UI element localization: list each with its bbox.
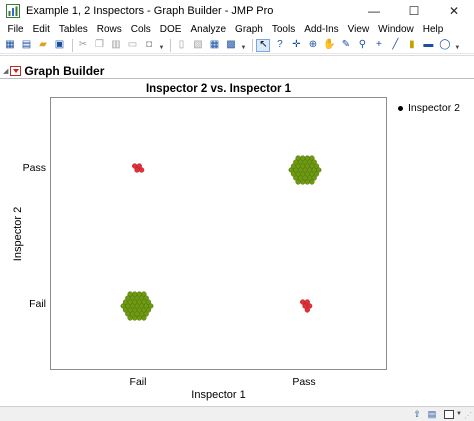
menu-rows[interactable]: Rows bbox=[92, 24, 126, 35]
home-icon[interactable]: ⇧ bbox=[411, 409, 423, 419]
lasso-icon[interactable]: ✎ bbox=[339, 39, 353, 52]
arrow-select-icon[interactable]: ↖ bbox=[256, 38, 271, 52]
save-icon[interactable]: ▣ bbox=[53, 39, 67, 52]
data-point[interactable] bbox=[304, 179, 310, 185]
graph-builder-app-icon bbox=[6, 4, 20, 18]
menu-view[interactable]: View bbox=[343, 24, 374, 35]
data-point[interactable] bbox=[304, 307, 310, 313]
menu-analyze[interactable]: Analyze bbox=[186, 24, 231, 35]
legend[interactable]: Inspector 2 bbox=[398, 102, 460, 114]
graph-frame[interactable] bbox=[50, 97, 387, 370]
graph-title: Inspector 2 vs. Inspector 1 bbox=[145, 83, 292, 95]
menu-bar: File Edit Tables Rows Cols DOE Analyze G… bbox=[0, 22, 474, 37]
data-point[interactable] bbox=[304, 155, 310, 161]
maximize-button[interactable]: ☐ bbox=[394, 0, 434, 22]
resize-grip-icon[interactable]: ⋰ bbox=[464, 411, 473, 420]
menu-edit[interactable]: Edit bbox=[28, 24, 54, 35]
data-point[interactable] bbox=[132, 291, 138, 297]
menu-help[interactable]: Help bbox=[418, 24, 448, 35]
cut-icon[interactable]: ✂ bbox=[76, 39, 90, 52]
data-point[interactable] bbox=[125, 295, 131, 301]
menu-window[interactable]: Window bbox=[374, 24, 419, 35]
data-point[interactable] bbox=[141, 315, 147, 321]
data-point[interactable] bbox=[132, 315, 138, 321]
journal-icon[interactable]: ▯ bbox=[174, 39, 188, 52]
print-icon[interactable]: ▭ bbox=[126, 39, 140, 52]
paste-icon[interactable]: ▥ bbox=[109, 39, 123, 52]
legend-marker bbox=[398, 105, 403, 111]
point-cluster[interactable] bbox=[288, 155, 322, 185]
menu-tools[interactable]: Tools bbox=[267, 24, 299, 35]
red-triangle-menu-icon[interactable] bbox=[10, 66, 22, 76]
chevron-down-icon[interactable]: ▼ bbox=[456, 411, 462, 417]
copy-picture-icon[interactable]: ▧ bbox=[191, 39, 205, 52]
open-icon[interactable]: ▰ bbox=[36, 39, 50, 52]
y-axis-label[interactable]: Inspector 2 bbox=[12, 184, 24, 284]
line-icon[interactable]: ╱ bbox=[388, 39, 402, 52]
disclosure-icon[interactable]: ◢ bbox=[3, 67, 8, 75]
menu-file[interactable]: File bbox=[3, 24, 28, 35]
data-point[interactable] bbox=[300, 299, 306, 305]
simple-shape-icon[interactable]: ◯ bbox=[438, 39, 452, 52]
plot-area[interactable] bbox=[51, 98, 386, 369]
help-icon[interactable]: ? bbox=[273, 39, 287, 52]
menu-tables[interactable]: Tables bbox=[54, 24, 92, 35]
lock-icon[interactable]: ◘ bbox=[142, 39, 156, 52]
graph-builder-outline: ◢ Graph Builder bbox=[3, 64, 104, 78]
x-tick-label: Pass bbox=[292, 376, 316, 388]
data-point[interactable] bbox=[293, 159, 299, 165]
minimize-button[interactable]: — bbox=[354, 0, 394, 22]
copy-icon[interactable]: ❐ bbox=[93, 39, 107, 52]
outline-title: Graph Builder bbox=[24, 64, 105, 78]
data-point[interactable] bbox=[309, 179, 315, 185]
x-tick-label: Fail bbox=[129, 376, 147, 388]
chevron-down-icon[interactable]: ▼ bbox=[159, 45, 165, 51]
data-point[interactable] bbox=[300, 155, 306, 161]
y-tick-label: Fail bbox=[29, 298, 46, 310]
report-window: ◢ Graph Builder Inspector 2 vs. Inspecto… bbox=[0, 55, 474, 406]
chevron-down-icon[interactable]: ▼ bbox=[240, 45, 246, 51]
toolbar-separator bbox=[252, 38, 254, 52]
layout-box-icon[interactable] bbox=[444, 409, 455, 419]
brush-icon[interactable]: ⊕ bbox=[306, 39, 320, 52]
crosshair-icon[interactable]: ✛ bbox=[289, 39, 303, 52]
menu-doe[interactable]: DOE bbox=[155, 24, 186, 35]
text-icon[interactable]: ▬ bbox=[421, 39, 435, 52]
title-bar: Example 1, 2 Inspectors - Graph Builder … bbox=[0, 0, 474, 22]
status-bar: ⇧ ▤ ▼ ⋰ bbox=[0, 406, 474, 421]
annotate-icon[interactable]: ▮ bbox=[405, 39, 419, 52]
window-list-icon[interactable]: ▤ bbox=[426, 409, 438, 419]
grid-layout-icon[interactable]: ▩ bbox=[224, 39, 238, 52]
app-grid-icon[interactable]: ▦ bbox=[3, 39, 17, 52]
data-point[interactable] bbox=[138, 167, 145, 173]
window-title: Example 1, 2 Inspectors - Graph Builder … bbox=[26, 5, 274, 17]
toolbar: ▦ ▤ ▰ ▣ ✂ ❐ ▥ ▭ ◘ ▼ ▯ ▧ ▦ ▩ ▼ ↖ ? ✛ ⊕ ✋ … bbox=[0, 37, 474, 54]
data-point[interactable] bbox=[136, 291, 142, 297]
y-tick-label: Pass bbox=[22, 162, 46, 174]
menu-add-ins[interactable]: Add-Ins bbox=[300, 24, 343, 35]
x-axis-label[interactable]: Inspector 1 bbox=[150, 389, 287, 401]
new-table-icon[interactable]: ▤ bbox=[20, 39, 34, 52]
data-point[interactable] bbox=[300, 179, 306, 185]
table-layout-icon[interactable]: ▦ bbox=[207, 39, 221, 52]
outline-divider bbox=[0, 78, 474, 79]
chevron-down-icon[interactable]: ▼ bbox=[454, 45, 460, 51]
menu-graph[interactable]: Graph bbox=[231, 24, 268, 35]
magnifier-icon[interactable]: ⚲ bbox=[355, 39, 369, 52]
legend-entry: Inspector 2 bbox=[408, 102, 460, 114]
toolbar-separator bbox=[170, 38, 172, 52]
point-cluster[interactable] bbox=[132, 163, 145, 173]
menu-cols[interactable]: Cols bbox=[126, 24, 155, 35]
hand-icon[interactable]: ✋ bbox=[322, 39, 336, 52]
close-button[interactable]: ✕ bbox=[434, 0, 474, 22]
point-cluster[interactable] bbox=[300, 299, 313, 313]
data-point[interactable] bbox=[132, 163, 138, 169]
plus-icon[interactable]: + bbox=[372, 39, 386, 52]
point-cluster[interactable] bbox=[120, 291, 154, 321]
data-point[interactable] bbox=[136, 315, 142, 321]
toolbar-separator bbox=[72, 38, 73, 52]
